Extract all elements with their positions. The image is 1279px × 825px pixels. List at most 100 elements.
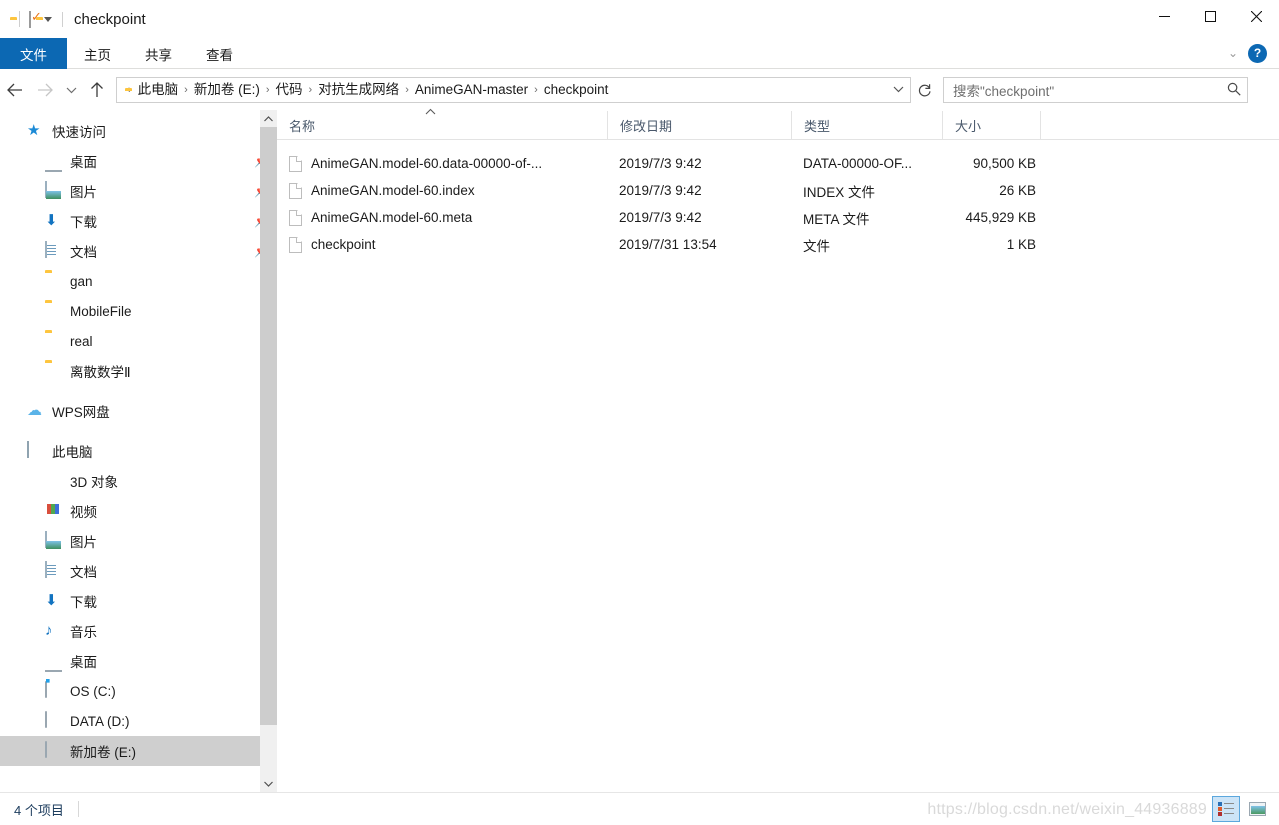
tab-file[interactable]: 文件	[0, 38, 67, 69]
column-header-size[interactable]: 大小	[942, 111, 1040, 139]
folder-icon	[45, 272, 63, 290]
table-row[interactable]: AnimeGAN.model-60.meta 2019/7/3 9:42 MET…	[277, 204, 1279, 231]
file-size-cell: 445,929 KB	[965, 210, 1036, 225]
help-icon[interactable]: ?	[1248, 43, 1267, 63]
sidebar-item-label: 3D 对象	[70, 475, 119, 490]
file-name-cell[interactable]: AnimeGAN.model-60.data-00000-of-...	[277, 155, 607, 172]
sidebar-item-label: 新加卷 (E:)	[70, 745, 136, 760]
window-title: checkpoint	[62, 11, 146, 27]
os-drive-icon	[45, 681, 63, 700]
back-button[interactable]	[0, 75, 30, 105]
up-one-level-button[interactable]	[82, 75, 112, 105]
sidebar-item-pictures-pc[interactable]: 图片	[0, 526, 277, 556]
downloads-icon: ⬇	[45, 212, 58, 229]
sidebar-item-data-drive-d[interactable]: DATA (D:)	[0, 706, 277, 736]
customize-quick-access-caret-icon[interactable]	[44, 16, 52, 22]
navigation-pane: ★ 快速访问 桌面 📌 图片 📌 ⬇ 下载 📌	[0, 110, 277, 792]
sidebar-item-label: MobileFile	[70, 303, 132, 319]
file-rows: AnimeGAN.model-60.data-00000-of-... 2019…	[277, 140, 1279, 258]
scroll-up-arrow-icon[interactable]	[260, 110, 277, 127]
forward-button[interactable]	[30, 75, 60, 105]
sidebar-item-discrete-math-2[interactable]: 离散数学Ⅱ	[0, 356, 277, 386]
table-row[interactable]: AnimeGAN.model-60.index 2019/7/3 9:42 IN…	[277, 177, 1279, 204]
sidebar-item-downloads-pc[interactable]: ⬇ 下载	[0, 586, 277, 616]
breadcrumb-item-animegan-master[interactable]: AnimeGAN-master	[410, 78, 533, 102]
watermark-text: https://blog.csdn.net/weixin_44936889	[927, 801, 1207, 818]
details-view-icon	[1218, 802, 1234, 816]
sidebar-group-quick-access[interactable]: ★ 快速访问	[0, 116, 277, 146]
table-row[interactable]: AnimeGAN.model-60.data-00000-of-... 2019…	[277, 150, 1279, 177]
minimize-button[interactable]	[1141, 0, 1187, 32]
sidebar-item-desktop[interactable]: 桌面 📌	[0, 146, 277, 176]
sidebar-item-desktop-pc[interactable]: 桌面	[0, 646, 277, 676]
file-name-cell[interactable]: checkpoint	[277, 236, 607, 253]
file-name-label: AnimeGAN.model-60.index	[311, 183, 475, 198]
search-icon[interactable]	[1227, 82, 1241, 99]
large-icons-view-icon	[1248, 802, 1266, 816]
sidebar-group-wps-cloud[interactable]: ☁ WPS网盘	[0, 396, 277, 426]
sidebar-item-label: 离散数学Ⅱ	[70, 365, 131, 380]
tab-share[interactable]: 共享	[128, 38, 189, 69]
tab-view[interactable]: 查看	[189, 38, 250, 69]
sidebar-item-mobilefile[interactable]: MobileFile	[0, 296, 277, 326]
sidebar-item-label: 文档	[70, 565, 97, 580]
sidebar-item-os-drive-c[interactable]: OS (C:)	[0, 676, 277, 706]
sidebar-item-label: 下载	[70, 595, 97, 610]
main-content: ★ 快速访问 桌面 📌 图片 📌 ⬇ 下载 📌	[0, 108, 1279, 792]
sidebar-item-videos[interactable]: 视频	[0, 496, 277, 526]
breadcrumb-item-drive-e[interactable]: 新加卷 (E:)	[189, 78, 265, 102]
sidebar-item-gan[interactable]: gan	[0, 266, 277, 296]
maximize-button[interactable]	[1187, 0, 1233, 32]
breadcrumb-item-gan[interactable]: 对抗生成网络	[313, 78, 404, 102]
sidebar-scrollbar[interactable]	[260, 110, 277, 792]
large-icons-view-button[interactable]	[1243, 796, 1271, 822]
tab-home[interactable]: 主页	[67, 38, 128, 69]
file-name-cell[interactable]: AnimeGAN.model-60.index	[277, 182, 607, 199]
desktop-icon	[45, 152, 63, 170]
file-name-cell[interactable]: AnimeGAN.model-60.meta	[277, 209, 607, 226]
column-header-date-modified[interactable]: 修改日期	[607, 111, 791, 139]
recent-locations-caret-icon[interactable]	[60, 75, 82, 105]
downloads-icon: ⬇	[45, 592, 58, 609]
sidebar-item-pictures[interactable]: 图片 📌	[0, 176, 277, 206]
refresh-icon[interactable]	[911, 83, 937, 98]
column-header-type[interactable]: 类型	[791, 111, 942, 139]
table-row[interactable]: checkpoint 2019/7/31 13:54 文件 1 KB	[277, 231, 1279, 258]
breadcrumb-item-checkpoint[interactable]: checkpoint	[539, 78, 614, 102]
sidebar-item-label: 快速访问	[52, 125, 106, 140]
scroll-down-arrow-icon[interactable]	[260, 775, 277, 792]
sidebar-item-real[interactable]: real	[0, 326, 277, 356]
sidebar-item-label: OS (C:)	[70, 683, 116, 699]
address-dropdown-caret-icon[interactable]	[888, 84, 908, 96]
sidebar-item-new-volume-e[interactable]: 新加卷 (E:)	[0, 736, 277, 766]
address-bar[interactable]: › 此电脑 › 新加卷 (E:) › 代码 › 对抗生成网络 › AnimeGA…	[116, 77, 911, 103]
search-box[interactable]: 搜索"checkpoint"	[943, 77, 1248, 103]
breadcrumb: › 此电脑 › 新加卷 (E:) › 代码 › 对抗生成网络 › AnimeGA…	[127, 78, 888, 102]
breadcrumb-item-this-pc[interactable]: 此电脑	[133, 78, 184, 102]
file-name-label: checkpoint	[311, 237, 376, 252]
breadcrumb-item-code[interactable]: 代码	[271, 78, 308, 102]
column-header-spacer	[1040, 111, 1279, 139]
this-pc-icon	[27, 441, 45, 460]
scrollbar-thumb[interactable]	[260, 127, 277, 725]
sidebar-item-music[interactable]: ♪ 音乐	[0, 616, 277, 646]
details-view-button[interactable]	[1212, 796, 1240, 822]
status-divider	[77, 801, 79, 817]
search-input[interactable]: 搜索"checkpoint"	[953, 80, 1227, 100]
properties-checkbox-icon[interactable]	[29, 10, 31, 28]
sidebar-item-label: 图片	[70, 535, 97, 550]
close-button[interactable]	[1233, 0, 1279, 32]
sidebar-item-downloads[interactable]: ⬇ 下载 📌	[0, 206, 277, 236]
chevron-down-icon[interactable]: ⌄	[1228, 46, 1238, 60]
sidebar-item-documents[interactable]: 文档 📌	[0, 236, 277, 266]
sidebar-item-label: 视频	[70, 505, 97, 520]
sidebar-item-label: 下载	[70, 215, 97, 230]
desktop-icon	[45, 652, 63, 670]
generic-file-icon	[289, 209, 302, 226]
sidebar-item-label: 此电脑	[52, 445, 93, 460]
sidebar-item-3d-objects[interactable]: 3D 对象	[0, 466, 277, 496]
sidebar-group-this-pc[interactable]: 此电脑	[0, 436, 277, 466]
column-header-name[interactable]: 名称	[277, 108, 607, 139]
sidebar-item-documents-pc[interactable]: 文档	[0, 556, 277, 586]
file-name-label: AnimeGAN.model-60.data-00000-of-...	[311, 156, 543, 171]
